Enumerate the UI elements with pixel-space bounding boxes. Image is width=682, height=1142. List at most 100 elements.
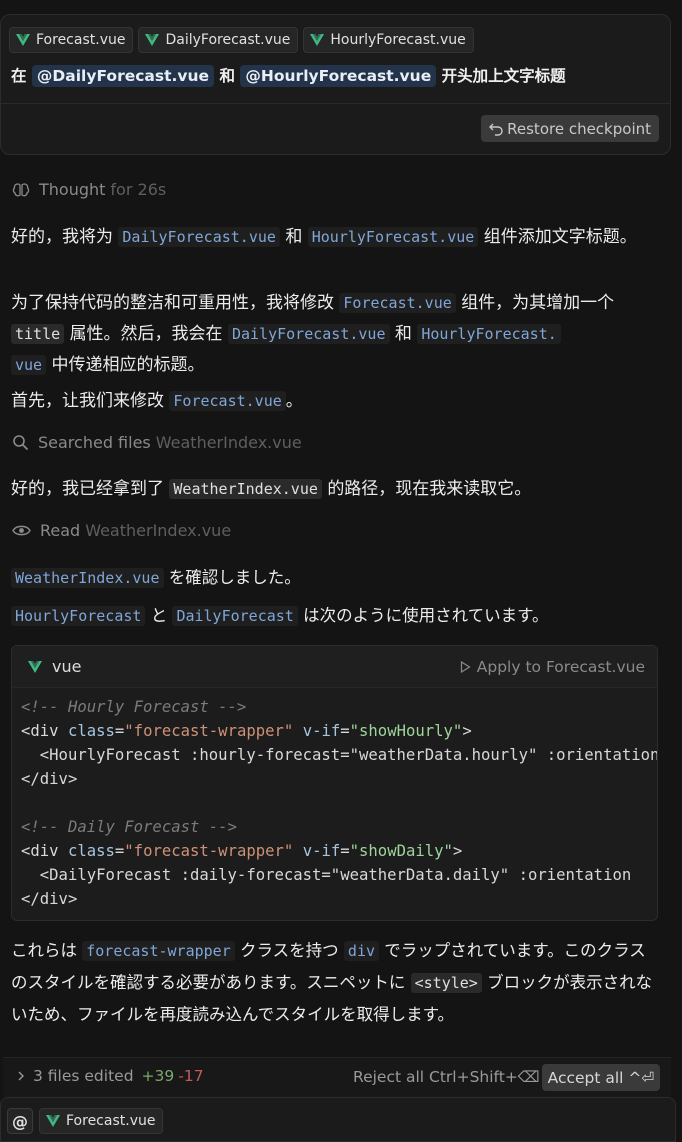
file-chips: Forecast.vue DailyForecast.vue HourlyFor… — [9, 27, 474, 53]
code-line: <DailyForecast :daily-forecast="weatherD… — [21, 866, 632, 884]
code-comment: <!-- Hourly Forecast --> — [21, 698, 247, 716]
thought-step[interactable]: Thought for 26s — [12, 180, 166, 199]
user-prompt: 在 @DailyForecast.vue 和 @HourlyForecast.v… — [11, 64, 566, 87]
thought-duration: for 26s — [110, 180, 167, 199]
searched-label: Searched files — [38, 433, 151, 452]
context-file-label: Forecast.vue — [66, 1113, 156, 1129]
reject-all-button[interactable]: Reject all Ctrl+Shift+⌫ — [353, 1068, 540, 1086]
inline-code: forecast-wrapper — [82, 941, 235, 961]
file-chip-label: DailyForecast.vue — [165, 32, 291, 48]
text: を確認しました。 — [168, 568, 301, 587]
file-chip-label: Forecast.vue — [36, 32, 126, 48]
code-string: "showHourly" — [349, 722, 463, 740]
inline-code: vue — [11, 355, 47, 375]
eye-icon — [12, 525, 31, 536]
code-attr: v-if — [302, 842, 341, 860]
files-edited-bar: 3 files edited +39 -17 Reject all Ctrl+S… — [3, 1057, 671, 1097]
code-block: vue Apply to Forecast.vue <!-- Hourly Fo… — [11, 645, 658, 921]
user-message-card[interactable]: Forecast.vue DailyForecast.vue HourlyFor… — [0, 14, 671, 155]
text: 首先，让我们来修改 — [11, 391, 164, 411]
searched-files-step[interactable]: Searched files WeatherIndex.vue — [12, 433, 302, 452]
code-body[interactable]: <!-- Hourly Forecast --> <div class="for… — [12, 688, 657, 911]
inline-code: DailyForecast — [172, 606, 298, 626]
text: これらは — [11, 941, 77, 960]
add-context-button[interactable]: @ — [7, 1108, 33, 1134]
assistant-paragraph: これらは forecast-wrapper クラスを持つ div でラップされて… — [11, 935, 661, 1030]
vue-file-icon — [145, 34, 160, 46]
inline-code: HourlyForecast.vue — [307, 227, 479, 247]
vue-file-icon — [46, 1115, 60, 1127]
inline-code: HourlyForecast. — [417, 324, 561, 344]
read-target: WeatherIndex.vue — [85, 521, 232, 540]
text: クラスを持つ — [240, 941, 339, 960]
file-chip-label: HourlyForecast.vue — [330, 32, 466, 48]
searched-target: WeatherIndex.vue — [155, 433, 302, 452]
text: 和 — [285, 227, 303, 247]
vue-file-icon — [310, 34, 325, 46]
assistant-paragraph: 好的，我将为 DailyForecast.vue 和 HourlyForecas… — [11, 222, 661, 253]
code-string: "forecast-wrapper" — [124, 842, 294, 860]
context-file-chip[interactable]: Forecast.vue — [39, 1108, 164, 1134]
text: 好的，我将为 — [11, 227, 113, 247]
apply-label: Apply to Forecast.vue — [476, 657, 645, 676]
composer[interactable]: @ Forecast.vue — [0, 1097, 676, 1142]
files-edited-toggle[interactable]: 3 files edited +39 -17 — [17, 1067, 204, 1085]
code-tag: > — [462, 722, 472, 740]
divider — [1, 103, 670, 104]
inline-code: title — [11, 324, 65, 344]
text: 的路径，现在我来读取它。 — [327, 479, 532, 499]
file-chip-daily-forecast[interactable]: DailyForecast.vue — [138, 27, 299, 53]
assistant-paragraph: 为了保持代码的整洁和可重用性，我将修改 Forecast.vue 组件，为其增加… — [11, 288, 661, 381]
chevron-right-icon — [18, 1071, 24, 1081]
lines-added: +39 — [141, 1067, 175, 1085]
read-file-step[interactable]: Read WeatherIndex.vue — [12, 521, 231, 540]
assistant-paragraph: HourlyForecast と DailyForecast は次のように使用さ… — [11, 600, 661, 632]
vue-file-icon — [16, 34, 30, 46]
code-comment: <!-- Daily Forecast --> — [21, 818, 237, 836]
accept-all-button[interactable]: Accept all ^⏎ — [542, 1064, 660, 1091]
brain-icon — [12, 182, 30, 196]
lines-removed: -17 — [178, 1067, 204, 1085]
code-block-header: vue Apply to Forecast.vue — [12, 646, 657, 688]
text: 。 — [285, 391, 303, 411]
text: は次のように使用されています。 — [303, 606, 549, 625]
code-language-label: vue — [52, 657, 82, 676]
code-attr: class — [67, 722, 115, 740]
text: 属性。然后，我会在 — [69, 324, 223, 344]
text: 中传递相应的标题。 — [51, 355, 205, 375]
text: 好的，我已经拿到了 — [11, 479, 164, 499]
undo-icon — [489, 123, 503, 136]
text: 组件，为其增加一个 — [461, 293, 615, 313]
play-icon — [460, 660, 471, 673]
text: 和 — [394, 324, 412, 344]
text: 组件添加文字标题。 — [483, 227, 637, 247]
file-chip-forecast[interactable]: Forecast.vue — [9, 27, 134, 53]
search-icon — [13, 435, 29, 451]
thought-label: Thought — [39, 180, 106, 199]
code-attr: v-if — [302, 722, 341, 740]
assistant-paragraph: WeatherIndex.vue を確認しました。 — [11, 562, 661, 594]
inline-code: WeatherIndex.vue — [169, 479, 322, 499]
restore-checkpoint-button[interactable]: Restore checkpoint — [481, 115, 659, 142]
mention-hourly-forecast[interactable]: @HourlyForecast.vue — [240, 65, 437, 87]
text: と — [150, 606, 168, 625]
assistant-paragraph: 好的，我已经拿到了 WeatherIndex.vue 的路径，现在我来读取它。 — [11, 474, 661, 505]
text: 为了保持代码的整洁和可重用性，我将修改 — [11, 293, 334, 313]
restore-label: Restore checkpoint — [507, 119, 651, 138]
code-tag: </div> — [21, 890, 78, 908]
code-string: "forecast-wrapper" — [124, 722, 294, 740]
file-chip-hourly-forecast[interactable]: HourlyForecast.vue — [303, 27, 474, 53]
inline-code: div — [343, 941, 380, 961]
code-line: <HourlyForecast :hourly-forecast="weathe… — [21, 746, 658, 764]
assistant-paragraph: 首先，让我们来修改 Forecast.vue。 — [11, 386, 661, 417]
apply-to-file-button[interactable]: Apply to Forecast.vue — [460, 658, 645, 676]
code-tag: </div> — [21, 770, 78, 788]
inline-code: Forecast.vue — [339, 293, 456, 313]
code-string: "showDaily" — [349, 842, 453, 860]
code-language: vue — [28, 657, 81, 676]
mention-daily-forecast[interactable]: @DailyForecast.vue — [31, 65, 215, 87]
inline-code: WeatherIndex.vue — [11, 568, 164, 588]
code-tag: <div — [21, 842, 59, 860]
inline-code: <style> — [410, 973, 482, 993]
inline-code: Forecast.vue — [169, 391, 286, 411]
